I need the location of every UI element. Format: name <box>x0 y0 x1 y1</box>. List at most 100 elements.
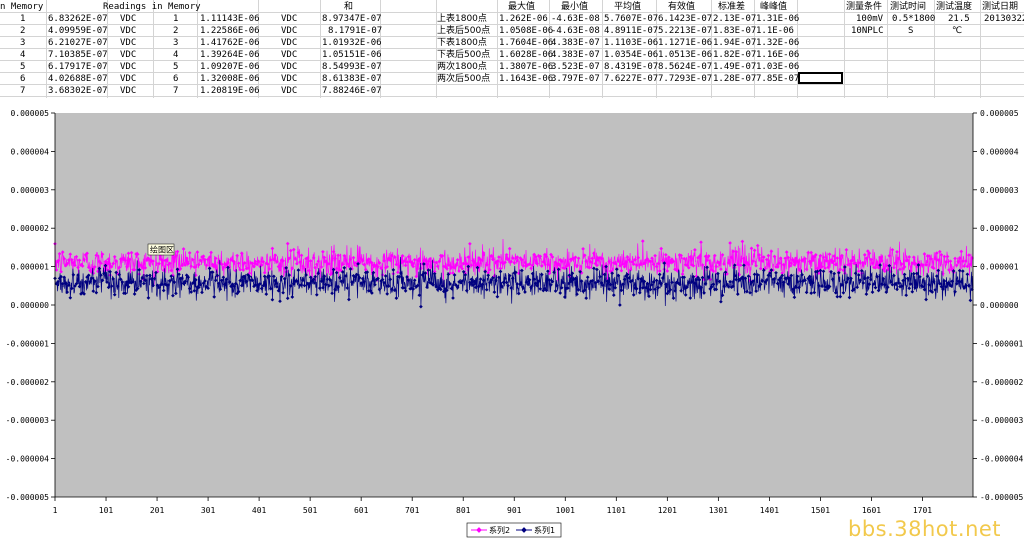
cell-value[interactable]: 4.02688E-07 <box>48 73 108 85</box>
cell-idx[interactable]: 5 <box>173 61 178 73</box>
cell-sum[interactable]: 8.97347E-07 <box>322 13 382 25</box>
stat-min[interactable]: -4.63E-08 <box>551 25 600 37</box>
stat-avg[interactable]: 7.6227E-07 <box>604 73 658 85</box>
cell-sum[interactable]: 8.54993E-07 <box>322 61 382 73</box>
cell-unit[interactable]: VDC <box>281 85 297 97</box>
cell-value[interactable]: 1.22586E-06 <box>200 25 260 37</box>
cell-unit[interactable]: VDC <box>120 85 136 97</box>
stat-max[interactable]: 1.7604E-06 <box>499 37 553 49</box>
cell-unit[interactable]: VDC <box>120 13 136 25</box>
cell-idx[interactable]: 7 <box>20 85 25 97</box>
stat-std[interactable]: 1.94E-07 <box>713 37 756 49</box>
stat-avg[interactable]: 1.1103E-06 <box>604 37 658 49</box>
cell-idx[interactable]: 2 <box>20 25 25 37</box>
cell-value[interactable]: 1.41762E-06 <box>200 37 260 49</box>
cell-sum[interactable]: 8.1791E-07 <box>328 25 382 37</box>
stat-rms[interactable]: 5.2213E-07 <box>658 25 712 37</box>
cell-idx[interactable]: 6 <box>20 73 25 85</box>
stat-max[interactable]: 1.6028E-06 <box>499 49 553 61</box>
cell-idx[interactable]: 1 <box>173 13 178 25</box>
stat-ptp[interactable]: 1.1E-06 <box>756 25 794 37</box>
header-date[interactable]: 测试日期 <box>982 1 1018 13</box>
cell-idx[interactable]: 3 <box>20 37 25 49</box>
cell-value[interactable]: 7.10385E-07 <box>48 49 108 61</box>
header-memory[interactable]: n Memory <box>0 1 43 13</box>
header-temp[interactable]: 测试温度 <box>936 1 972 13</box>
header-sum[interactable]: 和 <box>344 1 353 13</box>
selected-cell[interactable] <box>798 72 843 84</box>
stat-ptp[interactable]: 1.32E-06 <box>756 37 799 49</box>
cell-value[interactable]: 4.09959E-07 <box>48 25 108 37</box>
stat-ptp[interactable]: 1.03E-06 <box>756 61 799 73</box>
stat-min[interactable]: 4.383E-07 <box>551 49 600 61</box>
cell-value[interactable]: 6.17917E-07 <box>48 61 108 73</box>
stat-avg[interactable]: 8.4319E-07 <box>604 61 658 73</box>
cell-value[interactable]: 1.32008E-06 <box>200 73 260 85</box>
stat-label[interactable]: 上表1800点 <box>437 13 487 25</box>
cell-value[interactable]: 3.68302E-07 <box>48 85 108 97</box>
header-rms[interactable]: 有效值 <box>668 1 695 13</box>
cell-value[interactable]: 1.11143E-06 <box>200 13 260 25</box>
stat-label[interactable]: 下表1800点 <box>437 37 487 49</box>
cell-idx[interactable]: 3 <box>173 37 178 49</box>
header-ptp[interactable]: 峰峰值 <box>760 1 787 13</box>
stat-label[interactable]: 两次后500点 <box>437 73 490 85</box>
spreadsheet[interactable]: n Memory Readings in Memory 和 最大值 最小值 平均… <box>0 0 1024 98</box>
header-readings[interactable]: Readings in Memory <box>103 1 201 13</box>
header-avg[interactable]: 平均值 <box>614 1 641 13</box>
stat-min[interactable]: 3.523E-07 <box>551 61 600 73</box>
stat-ptp[interactable]: 7.85E-07 <box>756 73 799 85</box>
cell-unit[interactable]: VDC <box>120 37 136 49</box>
stat-std[interactable]: 1.82E-07 <box>713 49 756 61</box>
cell-unit[interactable]: VDC <box>120 49 136 61</box>
cell-idx[interactable]: 6 <box>173 73 178 85</box>
header-min[interactable]: 最小值 <box>561 1 588 13</box>
stat-min[interactable]: 3.797E-07 <box>551 73 600 85</box>
stat-ptp[interactable]: 1.31E-06 <box>756 13 799 25</box>
stat-ptp[interactable]: 1.16E-06 <box>756 49 799 61</box>
header-cond[interactable]: 测量条件 <box>846 1 882 13</box>
header-max[interactable]: 最大值 <box>508 1 535 13</box>
stat-rms[interactable]: 8.5624E-07 <box>658 61 712 73</box>
cell-value[interactable]: 6.21027E-07 <box>48 37 108 49</box>
stat-rms[interactable]: 1.0513E-06 <box>658 49 712 61</box>
stat-std[interactable]: 1.28E-07 <box>713 73 756 85</box>
stat-label[interactable]: 下表后500点 <box>437 49 490 61</box>
header-time[interactable]: 测试时间 <box>890 1 926 13</box>
stat-avg[interactable]: 5.7607E-07 <box>604 13 658 25</box>
cell-value[interactable]: 6.83262E-07 <box>48 13 108 25</box>
stat-label[interactable]: 两次1800点 <box>437 61 487 73</box>
stat-min[interactable]: 4.383E-07 <box>551 37 600 49</box>
time-unit[interactable]: S <box>908 25 913 37</box>
stat-max[interactable]: 1.0508E-06 <box>499 25 553 37</box>
cell-sum[interactable]: 1.01932E-06 <box>322 37 382 49</box>
cell-idx[interactable]: 5 <box>20 61 25 73</box>
stat-avg[interactable]: 4.8911E-07 <box>604 25 658 37</box>
cond-value[interactable]: 100mV <box>856 13 883 25</box>
stat-avg[interactable]: 1.0354E-06 <box>604 49 658 61</box>
temp-unit[interactable]: ℃ <box>952 25 962 37</box>
stat-rms[interactable]: 6.1423E-07 <box>658 13 712 25</box>
cell-idx[interactable]: 4 <box>20 49 25 61</box>
cell-sum[interactable]: 7.88246E-07 <box>322 85 382 97</box>
time-value[interactable]: 0.5*1800 <box>892 13 935 25</box>
stat-rms[interactable]: 7.7293E-07 <box>658 73 712 85</box>
cell-value[interactable]: 1.39264E-06 <box>200 49 260 61</box>
cell-unit[interactable]: VDC <box>120 61 136 73</box>
cell-idx[interactable]: 7 <box>173 85 178 97</box>
stat-std[interactable]: 1.83E-07 <box>713 25 756 37</box>
cell-unit[interactable]: VDC <box>281 61 297 73</box>
cell-sum[interactable]: 8.61383E-07 <box>322 73 382 85</box>
cell-idx[interactable]: 2 <box>173 25 178 37</box>
cell-value[interactable]: 1.09207E-06 <box>200 61 260 73</box>
stat-std[interactable]: 1.49E-07 <box>713 61 756 73</box>
cell-unit[interactable]: VDC <box>281 13 297 25</box>
stat-max[interactable]: 1.3807E-06 <box>499 61 553 73</box>
cell-unit[interactable]: VDC <box>120 25 136 37</box>
stat-rms[interactable]: 1.1271E-06 <box>658 37 712 49</box>
cell-unit[interactable]: VDC <box>281 37 297 49</box>
cell-idx[interactable]: 1 <box>20 13 25 25</box>
date-value[interactable]: 20130322 <box>984 13 1024 25</box>
line-chart[interactable]: 0.000005 0.000005 0.000004 0.000004 0.000003… <box>0 98 1024 545</box>
cell-idx[interactable]: 4 <box>173 49 178 61</box>
